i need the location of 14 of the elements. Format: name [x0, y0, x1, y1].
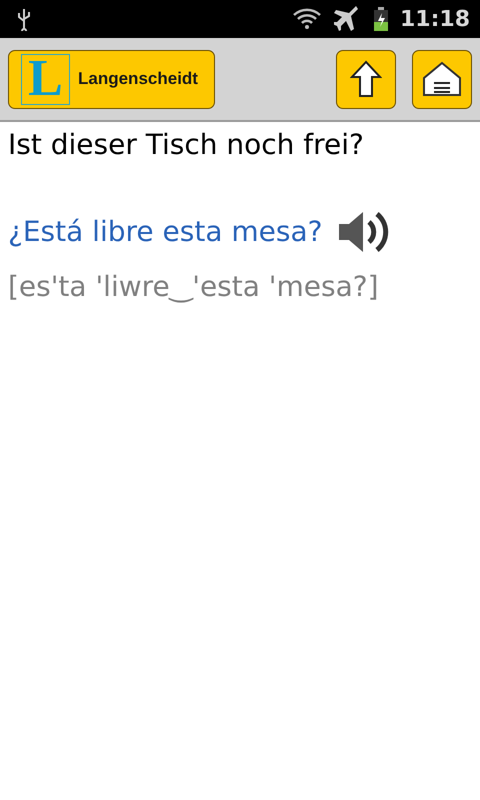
logo-button[interactable]: L Langenscheidt [8, 50, 215, 108]
logo-name: Langenscheidt [78, 69, 198, 89]
pronunciation-text: [es'ta 'liwre‿'esta 'mesa?] [8, 269, 380, 305]
source-phrase: Ist dieser Tisch noch frei? [8, 127, 365, 163]
home-icon [422, 61, 462, 97]
wifi-icon [292, 7, 322, 31]
logo-letter: L [21, 54, 70, 104]
clock-time: 11:18 [400, 6, 470, 32]
usb-icon [16, 7, 32, 31]
battery-icon [374, 7, 388, 31]
translated-phrase: ¿Está libre esta mesa? [8, 214, 322, 250]
up-arrow-icon [350, 60, 382, 98]
home-button[interactable] [412, 50, 472, 108]
up-button[interactable] [336, 50, 396, 108]
